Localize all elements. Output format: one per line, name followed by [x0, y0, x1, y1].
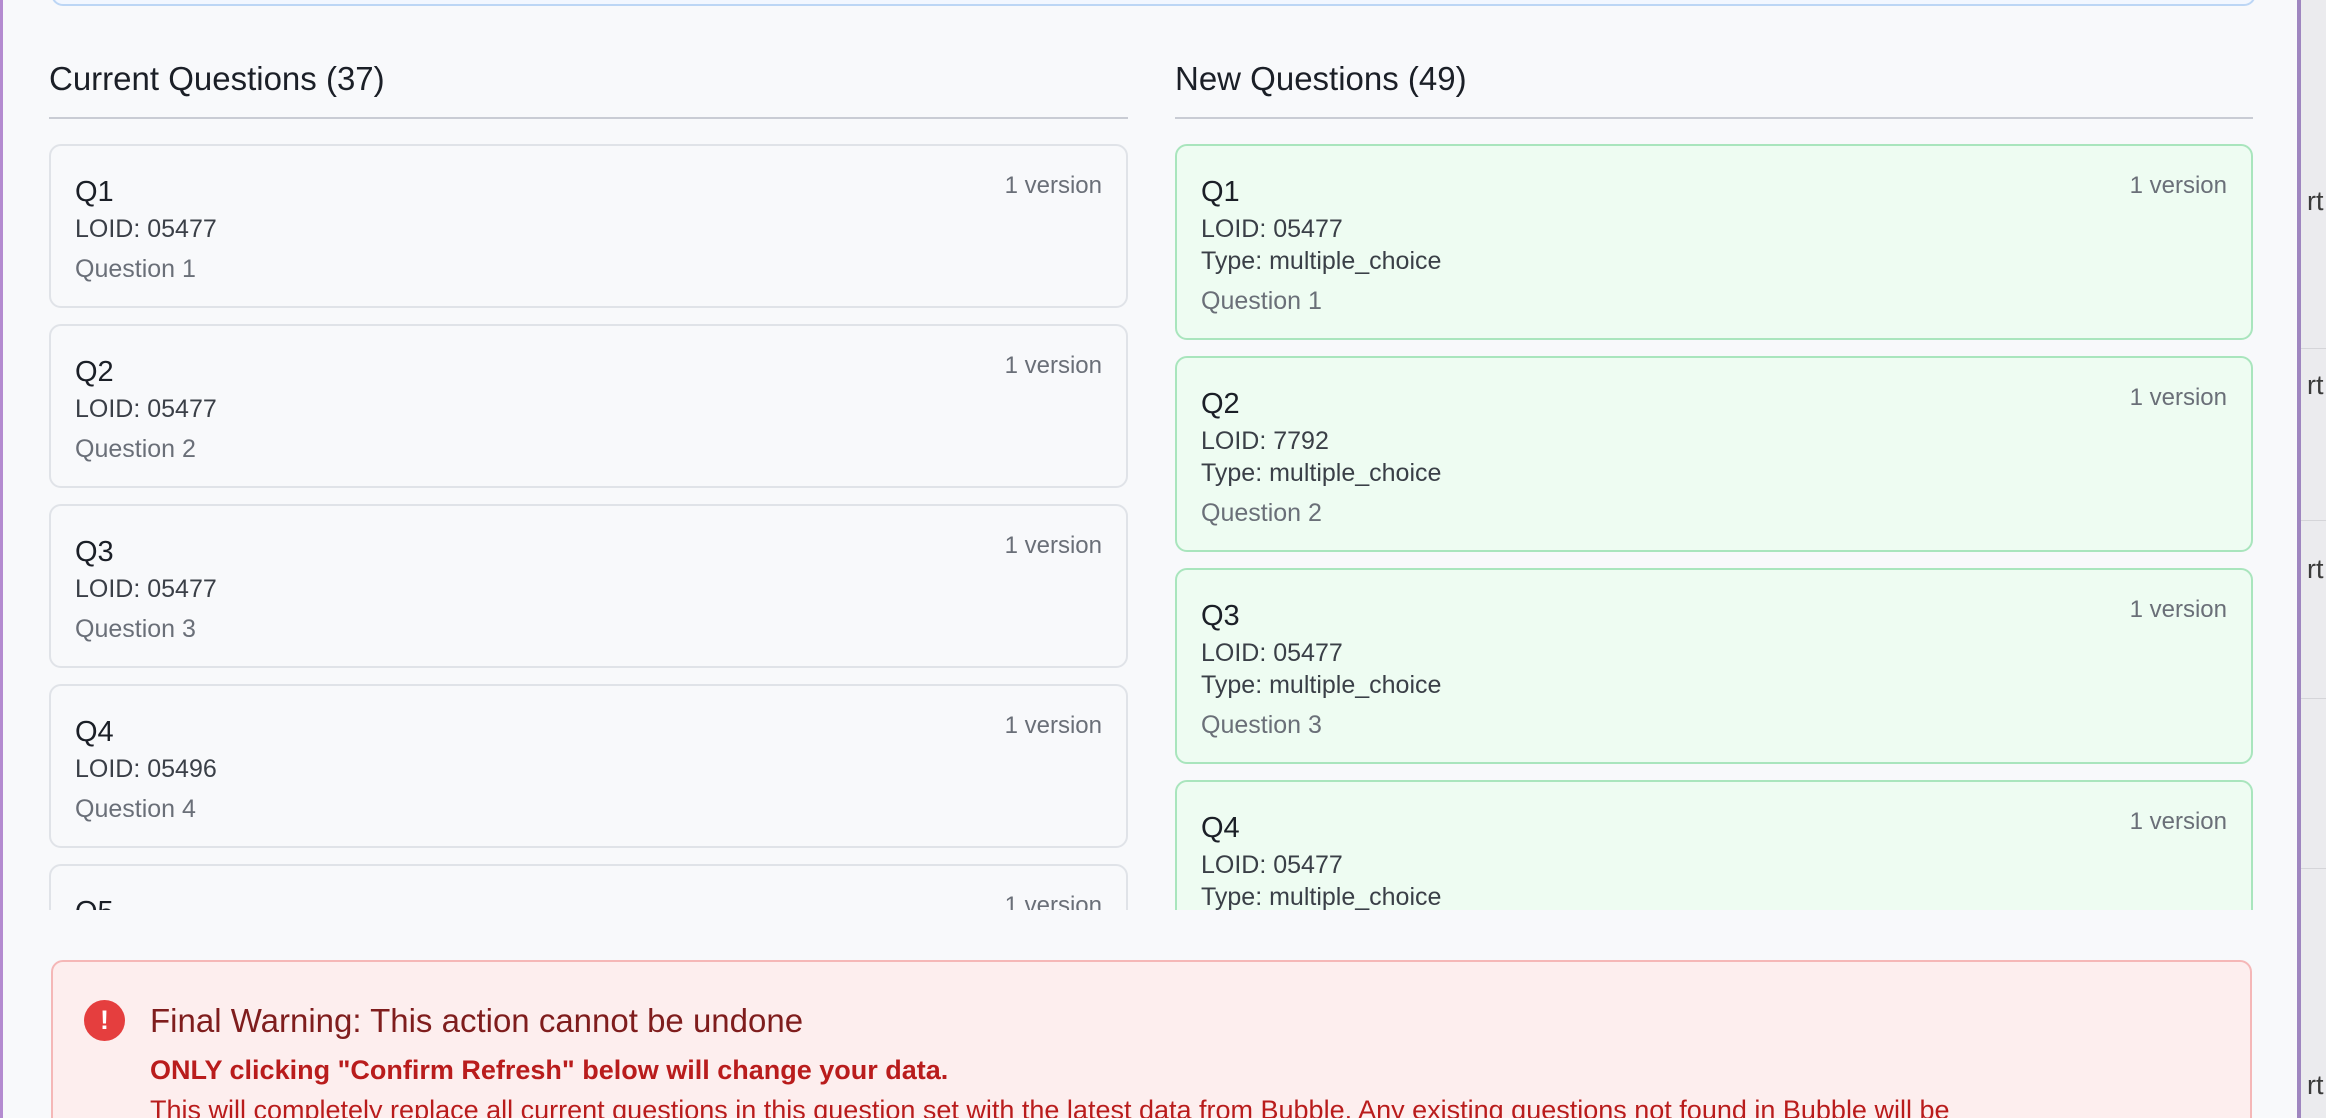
background-text-fragment: rt — [2307, 554, 2324, 584]
background-divider — [2301, 520, 2326, 521]
new-question-card: Q4 1 version LOID: 05477 Type: multiple_… — [1175, 780, 2253, 910]
question-type: Type: multiple_choice — [1201, 459, 1442, 487]
question-type: Type: multiple_choice — [1201, 671, 1442, 699]
background-text-fragment: rt — [2307, 1070, 2324, 1100]
background-page: rt rt rt rt — [2301, 0, 2326, 1118]
new-questions-divider — [1175, 117, 2253, 119]
question-loid: LOID: 05477 — [75, 215, 217, 243]
background-divider — [2301, 348, 2326, 349]
question-loid: LOID: 05477 — [75, 575, 217, 603]
final-warning-alert: ! Final Warning: This action cannot be u… — [51, 960, 2252, 1118]
version-count: 1 version — [1004, 352, 1102, 379]
question-number: Q2 — [75, 356, 114, 388]
version-count: 1 version — [2129, 172, 2227, 199]
question-type: Type: multiple_choice — [1201, 247, 1442, 275]
warning-body: This will completely replace all current… — [150, 1095, 1950, 1118]
current-questions-title: Current Questions (37) — [49, 60, 385, 97]
info-banner — [51, 0, 2256, 6]
warning-emphasis: ONLY clicking "Confirm Refresh" below wi… — [150, 1055, 949, 1085]
current-question-card: Q3 1 version LOID: 05477 Question 3 — [49, 504, 1128, 668]
new-questions-title: New Questions (49) — [1175, 60, 1467, 97]
background-divider — [2301, 698, 2326, 699]
question-text: Question 3 — [1201, 711, 1322, 739]
background-text-fragment: rt — [2307, 370, 2324, 400]
question-text: Question 2 — [75, 435, 196, 463]
question-text: Question 3 — [75, 615, 196, 643]
current-question-card: Q1 1 version LOID: 05477 Question 1 — [49, 144, 1128, 308]
current-question-card: Q2 1 version LOID: 05477 Question 2 — [49, 324, 1128, 488]
question-number: Q1 — [75, 176, 114, 208]
version-count: 1 version — [1004, 172, 1102, 199]
question-text: Question 2 — [1201, 499, 1322, 527]
question-number: Q3 — [1201, 600, 1240, 632]
new-question-card: Q2 1 version LOID: 7792 Type: multiple_c… — [1175, 356, 2253, 552]
new-questions-list[interactable]: Q1 1 version LOID: 05477 Type: multiple_… — [1175, 144, 2253, 910]
current-question-card: Q5 1 version — [49, 864, 1128, 910]
question-loid: LOID: 05477 — [1201, 639, 1343, 667]
version-count: 1 version — [1004, 892, 1102, 910]
question-loid: LOID: 7792 — [1201, 427, 1329, 455]
question-number: Q2 — [1201, 388, 1240, 420]
refresh-questions-modal: Current Questions (37) Q1 1 version LOID… — [3, 0, 2297, 1118]
version-count: 1 version — [2129, 596, 2227, 623]
question-text: Question 1 — [1201, 287, 1322, 315]
question-number: Q3 — [75, 536, 114, 568]
warning-title: Final Warning: This action cannot be und… — [150, 1002, 804, 1039]
question-number: Q1 — [1201, 176, 1240, 208]
question-text: Question 1 — [75, 255, 196, 283]
version-count: 1 version — [2129, 384, 2227, 411]
question-number: Q5 — [75, 896, 114, 910]
new-question-card: Q1 1 version LOID: 05477 Type: multiple_… — [1175, 144, 2253, 340]
background-divider — [2301, 868, 2326, 869]
version-count: 1 version — [1004, 532, 1102, 559]
version-count: 1 version — [2129, 808, 2227, 835]
question-number: Q4 — [75, 716, 114, 748]
current-question-card: Q4 1 version LOID: 05496 Question 4 — [49, 684, 1128, 848]
current-questions-divider — [49, 117, 1128, 119]
background-text-fragment: rt — [2307, 186, 2324, 216]
question-type: Type: multiple_choice — [1201, 883, 1442, 910]
exclamation-icon: ! — [84, 1000, 125, 1041]
current-questions-list[interactable]: Q1 1 version LOID: 05477 Question 1 Q2 1… — [49, 144, 1128, 910]
version-count: 1 version — [1004, 712, 1102, 739]
new-question-card: Q3 1 version LOID: 05477 Type: multiple_… — [1175, 568, 2253, 764]
question-loid: LOID: 05496 — [75, 755, 217, 783]
question-text: Question 4 — [75, 795, 196, 823]
question-loid: LOID: 05477 — [1201, 215, 1343, 243]
question-number: Q4 — [1201, 812, 1240, 844]
question-loid: LOID: 05477 — [1201, 851, 1343, 879]
question-loid: LOID: 05477 — [75, 395, 217, 423]
